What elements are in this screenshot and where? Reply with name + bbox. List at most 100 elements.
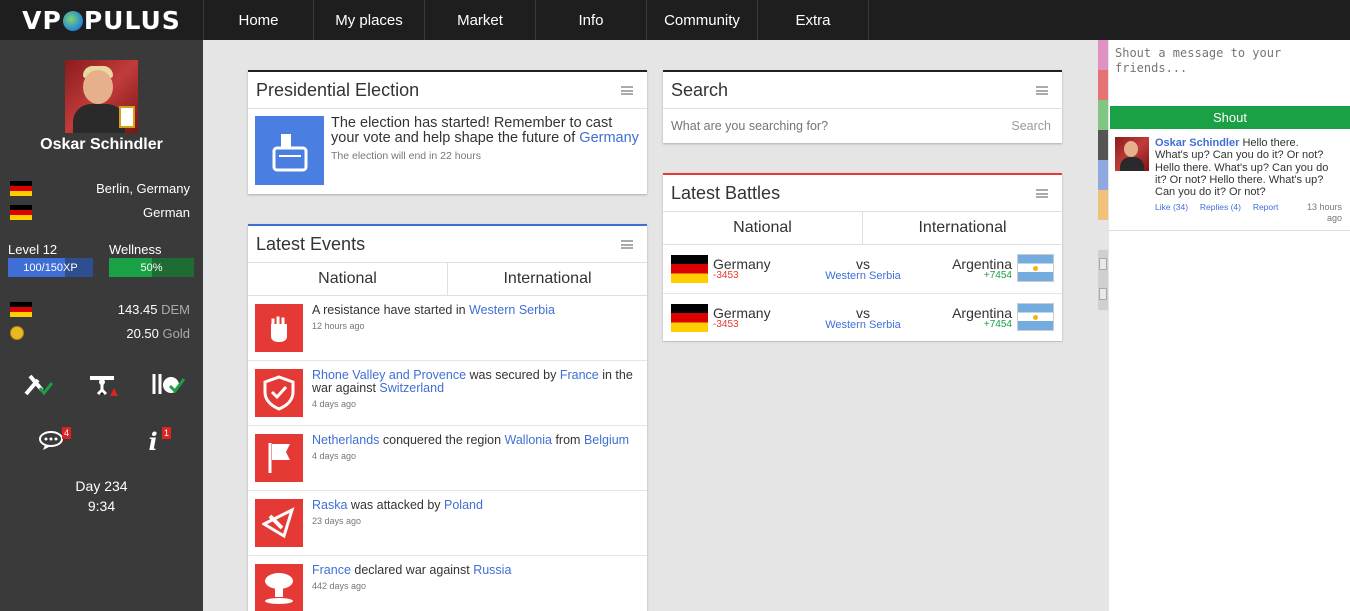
- search-panel: Search Search: [663, 70, 1062, 143]
- event-link[interactable]: Netherlands: [312, 433, 379, 447]
- messages-icon[interactable]: 4: [35, 426, 72, 456]
- event-link[interactable]: Russia: [473, 563, 511, 577]
- shout-input[interactable]: [1109, 40, 1350, 104]
- shout-post: Oskar Schindler Hello there. What's up? …: [1109, 129, 1350, 231]
- post-avatar[interactable]: [1115, 137, 1149, 171]
- event-link[interactable]: Rhone Valley and Provence: [312, 368, 466, 382]
- xp-text: 100/150XP: [23, 261, 78, 274]
- eat-icon[interactable]: [150, 370, 186, 400]
- tab-national[interactable]: National: [248, 263, 448, 295]
- currency-value: 143.45: [117, 301, 158, 317]
- currency-row: 143.45 DEM: [10, 300, 190, 318]
- wellness-bar: 50%: [109, 258, 194, 277]
- menu-icon[interactable]: [621, 85, 633, 95]
- search-button[interactable]: Search: [1011, 119, 1051, 133]
- events-title: Latest Events: [256, 233, 366, 254]
- germany-flag-icon: [10, 301, 32, 317]
- events-tabs: National International: [248, 263, 647, 296]
- menu-icon[interactable]: [1036, 85, 1048, 95]
- nav-market[interactable]: Market: [425, 0, 536, 40]
- work-icon[interactable]: [20, 370, 56, 400]
- tab-national[interactable]: National: [663, 212, 863, 244]
- citizenship-text[interactable]: German: [143, 205, 190, 220]
- search-input[interactable]: [671, 119, 971, 133]
- wellness-text: 50%: [140, 261, 163, 274]
- event-time: 12 hours ago: [312, 321, 365, 331]
- tab-international[interactable]: International: [863, 212, 1062, 244]
- germany-flag-icon: [10, 180, 32, 196]
- level-label: Level 12: [8, 242, 58, 257]
- shout-button[interactable]: Shout: [1110, 106, 1350, 129]
- battle-left-score: -3453: [713, 319, 739, 330]
- event-link[interactable]: Switzerland: [379, 381, 444, 395]
- nav-community[interactable]: Community: [647, 0, 758, 40]
- top-bar: VP PULUS Home My places Market Info Commu…: [0, 0, 1350, 40]
- shoutbox: Shout Oskar Schindler Hello there. What'…: [1109, 40, 1350, 611]
- event-time: 23 days ago: [312, 516, 362, 526]
- logo[interactable]: VP PULUS: [0, 0, 203, 40]
- info-alerts-icon[interactable]: i 1: [135, 426, 172, 456]
- location-text[interactable]: Berlin, Germany: [96, 181, 190, 196]
- logo-text: VP PULUS: [22, 5, 181, 35]
- nav-home[interactable]: Home: [203, 0, 314, 40]
- nav-extra[interactable]: Extra: [758, 0, 869, 40]
- event-link[interactable]: France: [560, 368, 599, 382]
- event-text: A resistance have started in: [312, 303, 470, 317]
- event-text: was secured by: [466, 368, 560, 382]
- replies-link[interactable]: Replies (4): [1200, 202, 1241, 212]
- wellness-label: Wellness: [109, 242, 162, 257]
- election-panel: Presidential Election The election has s…: [248, 70, 647, 194]
- battle-region-link[interactable]: Western Serbia: [813, 270, 913, 282]
- post-author-link[interactable]: Oskar Schindler: [1155, 137, 1239, 149]
- profile-name[interactable]: Oskar Schindler: [0, 136, 203, 154]
- menu-icon[interactable]: [1036, 188, 1048, 198]
- messages-badge: 4: [62, 427, 72, 439]
- event-link[interactable]: Raska: [312, 498, 347, 512]
- train-icon[interactable]: [86, 370, 122, 400]
- election-title: Presidential Election: [256, 79, 420, 100]
- election-text: The election has started! Remember to ca…: [331, 115, 613, 146]
- battle-left-score: -3453: [713, 270, 739, 281]
- germany-flag-icon: [671, 255, 708, 283]
- game-day: Day 234: [75, 478, 128, 494]
- event-item: Raska was attacked by Poland 23 days ago: [248, 491, 647, 556]
- like-link[interactable]: Like (34): [1155, 202, 1188, 212]
- event-item: Netherlands conquered the region Walloni…: [248, 426, 647, 491]
- event-link[interactable]: France: [312, 563, 351, 577]
- gold-value: 20.50: [126, 325, 159, 341]
- nav-info[interactable]: Info: [536, 0, 647, 40]
- battle-list: Germany -3453 vs Western Serbia Argentina +74…: [663, 245, 1062, 343]
- events-panel: Latest Events National International A r…: [248, 224, 647, 611]
- germany-flag-icon: [10, 204, 32, 220]
- tab-international[interactable]: International: [448, 263, 647, 295]
- argentina-flag-icon: [1017, 254, 1054, 282]
- battle-right-score: +7454: [983, 319, 1012, 330]
- menu-icon[interactable]: [621, 239, 633, 249]
- main-nav: Home My places Market Info Community Ext…: [203, 0, 869, 40]
- election-subtext: The election will end in 22 hours: [331, 150, 482, 162]
- explosion-icon: [255, 564, 303, 611]
- battles-title: Latest Battles: [671, 182, 781, 203]
- post-time: 13 hours ago: [1306, 202, 1342, 223]
- event-link[interactable]: Belgium: [584, 433, 629, 447]
- event-link[interactable]: Poland: [444, 498, 483, 512]
- ballot-box-icon: [255, 116, 324, 185]
- event-link[interactable]: Wallonia: [505, 433, 552, 447]
- fist-icon: [255, 304, 303, 352]
- battle-row[interactable]: Germany -3453 vs Western Serbia Argentina +74…: [663, 294, 1062, 343]
- profile-sidebar: Oskar Schindler Berlin, Germany German L…: [0, 40, 203, 611]
- battles-panel: Latest Battles National International Ge…: [663, 173, 1062, 343]
- avatar[interactable]: [65, 60, 138, 133]
- election-country-link[interactable]: Germany: [579, 130, 639, 146]
- battle-region-link[interactable]: Western Serbia: [813, 319, 913, 331]
- nav-my-places[interactable]: My places: [314, 0, 425, 40]
- color-swatch-strip: [1098, 40, 1108, 220]
- game-clock: Day 234 9:34: [0, 476, 203, 516]
- globe-icon: [62, 10, 83, 31]
- battle-row[interactable]: Germany -3453 vs Western Serbia Argentina +74…: [663, 245, 1062, 294]
- scroll-handle[interactable]: [1098, 250, 1108, 310]
- report-link[interactable]: Report: [1253, 202, 1279, 212]
- event-text: conquered the region: [379, 433, 505, 447]
- event-text: was attacked by: [347, 498, 445, 512]
- event-link[interactable]: Western Serbia: [469, 303, 555, 317]
